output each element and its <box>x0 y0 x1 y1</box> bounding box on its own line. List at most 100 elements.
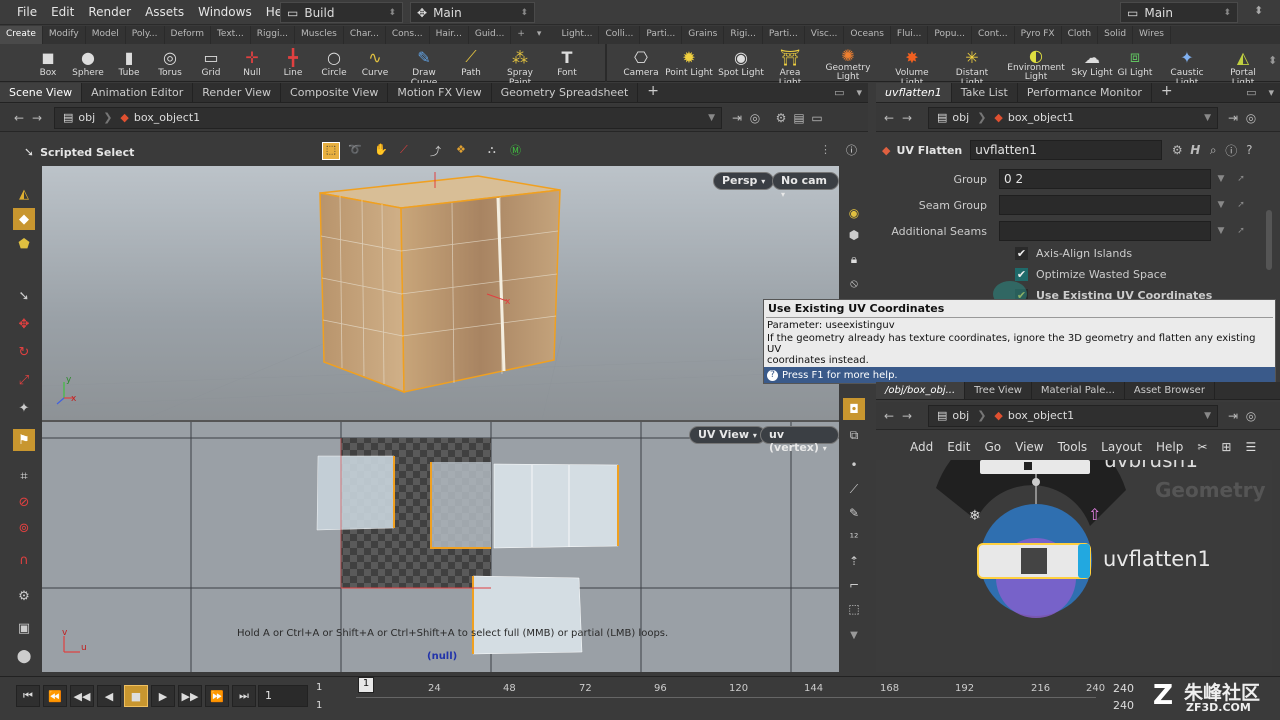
breadcrumb-obj[interactable]: ▤ obj <box>55 111 103 124</box>
play-icon[interactable]: ▶ <box>151 685 175 707</box>
boundary-icon[interactable]: ⌐ <box>843 574 865 596</box>
display-eye-icon[interactable]: ◉ <box>843 202 865 224</box>
shelf-tab-cons[interactable]: Cons... <box>386 26 430 44</box>
shelf-tab-particles2[interactable]: Parti... <box>763 26 805 44</box>
tool-distant-light[interactable]: ✳Distant Light <box>944 46 1000 89</box>
link-icon[interactable]: ◎ <box>746 109 764 127</box>
cook-icon[interactable]: ⚙ <box>772 109 790 127</box>
shelf-tab-modify[interactable]: Modify <box>43 26 86 44</box>
select-visible-icon[interactable]: ⤴ <box>430 143 441 159</box>
forward-arrow-icon[interactable]: → <box>898 407 916 425</box>
laser-select-icon[interactable]: ⟋ <box>400 143 408 157</box>
pose-tool-icon[interactable]: ⚑ <box>13 429 35 451</box>
shelf-tab-viscous[interactable]: Visc... <box>805 26 845 44</box>
tab-scene-view[interactable]: Scene View <box>0 83 83 102</box>
network-menu-add[interactable]: Add <box>910 440 933 454</box>
shelf-tab-container[interactable]: Cont... <box>972 26 1015 44</box>
end-frame-label[interactable]: 240 <box>1113 682 1134 695</box>
uv-tool-icon[interactable]: ⧉ <box>843 424 865 446</box>
uv-attribute-menu-button[interactable]: uv (vertex) ▾ <box>760 426 839 454</box>
shelf-tab-rigging[interactable]: Riggi... <box>251 26 296 44</box>
tool-grid[interactable]: ▭ Grid <box>189 46 233 79</box>
select-arrow-icon[interactable]: ➚ <box>1231 195 1251 215</box>
cam-menu-button[interactable]: No cam ▾ <box>772 172 839 199</box>
forward-arrow-icon[interactable]: → <box>28 109 46 127</box>
shelf-tab-fluids[interactable]: Flui... <box>891 26 929 44</box>
transform-tool-icon[interactable]: ◆ <box>13 208 35 230</box>
shelf-tab-oceans[interactable]: Oceans <box>844 26 891 44</box>
additional-seams-field[interactable] <box>999 221 1211 241</box>
numbers-icon[interactable]: ¹² <box>843 526 865 548</box>
viewer-options-icon[interactable]: ⋮ <box>820 143 831 156</box>
parameter-breadcrumb[interactable]: ▤ obj ❯ ◆ box_object1 ▼ <box>928 106 1218 129</box>
maximize-icon[interactable]: ▭ <box>808 109 826 127</box>
tool-gi-light[interactable]: ⧈ GI Light <box>1113 46 1157 78</box>
shelf-menu-icon[interactable]: ▾ <box>531 26 548 44</box>
network-menu-help[interactable]: Help <box>1156 440 1183 454</box>
list-icon[interactable]: ☰ <box>1245 440 1256 454</box>
tool-font[interactable]: T Font <box>545 46 589 79</box>
pane-menu-icon[interactable]: ▾ <box>1262 83 1280 102</box>
tool-circle[interactable]: ○ Circle <box>312 46 356 79</box>
shelf-tab-hair[interactable]: Hair... <box>430 26 469 44</box>
select-tool-icon[interactable]: ◭ <box>13 183 35 205</box>
render-region-icon[interactable]: ▣ <box>13 617 35 639</box>
snap-grid-icon[interactable]: ⌗ <box>13 465 35 487</box>
shelf-tab-poly[interactable]: Poly... <box>126 26 165 44</box>
pin-icon[interactable]: ⇥ <box>1224 109 1242 127</box>
tool-sphere[interactable]: ● Sphere <box>66 46 110 79</box>
shelf-tab-grains[interactable]: Grains <box>682 26 725 44</box>
tool-portal-light[interactable]: ◭Portal Light <box>1219 46 1267 89</box>
shelf-scroll-icon[interactable]: ⬍ <box>1268 54 1277 67</box>
help-icon[interactable]: ⓘ <box>846 142 857 158</box>
menu-edit[interactable]: Edit <box>44 5 81 19</box>
network-menu-go[interactable]: Go <box>984 440 1001 454</box>
chevron-down-icon[interactable]: ▼ <box>1211 221 1231 241</box>
search-icon[interactable]: ⌕ <box>1204 141 1222 159</box>
network-menu-edit[interactable]: Edit <box>947 440 970 454</box>
forward-arrow-icon[interactable]: → <box>898 109 916 127</box>
tool-area-light[interactable]: ⛩Area Light <box>767 46 813 89</box>
pane-menu-icon[interactable]: ▾ <box>850 83 868 102</box>
handle-tool-icon[interactable]: ✦ <box>13 397 35 419</box>
shelf-tab-lights[interactable]: Light... <box>555 26 600 44</box>
tool-sky-light[interactable]: ☁ Sky Light <box>1070 46 1114 79</box>
viewer-breadcrumb[interactable]: ▤ obj ❯ ◆ box_object1 ▼ <box>54 106 722 129</box>
link-icon[interactable]: ◎ <box>1242 407 1260 425</box>
tab-composite-view[interactable]: Composite View <box>281 83 389 102</box>
tool-geometry-light[interactable]: ✺ Geometry Light <box>822 46 874 82</box>
chevron-down-icon[interactable]: ▼ <box>1204 411 1211 421</box>
tab-performance-monitor[interactable]: Performance Monitor <box>1018 83 1152 102</box>
seam-group-field[interactable] <box>999 195 1211 215</box>
shelf-tab-populate[interactable]: Popu... <box>928 26 972 44</box>
menu-render[interactable]: Render <box>81 5 138 19</box>
optimize-wasted-space-checkbox[interactable]: ✔ Optimize Wasted Space <box>1015 268 1167 281</box>
shelf-tab-particles[interactable]: Parti... <box>640 26 683 44</box>
tool-caustic-light[interactable]: ✦Caustic Light <box>1158 46 1216 89</box>
breadcrumb-obj[interactable]: ▤ obj <box>929 409 977 422</box>
move-tool-icon[interactable]: ✥ <box>13 313 35 335</box>
chevron-down-icon[interactable]: ▼ <box>1211 195 1231 215</box>
help-icon[interactable]: ? <box>1240 141 1258 159</box>
group-field[interactable]: 0 2 <box>999 169 1211 189</box>
normals-icon[interactable]: ⇡ <box>843 550 865 572</box>
select-mode-icon[interactable]: Ⓜ <box>510 142 521 158</box>
timeline-cursor[interactable]: 1 <box>358 677 374 693</box>
axis-align-islands-checkbox[interactable]: ✔ Axis-Align Islands <box>1015 247 1132 260</box>
select-groups-icon[interactable]: ❖ <box>456 143 466 156</box>
back-arrow-icon[interactable]: ← <box>880 407 898 425</box>
step-back-key-icon[interactable]: ⏪ <box>43 685 67 707</box>
shelf-tab-char[interactable]: Char... <box>344 26 386 44</box>
shelf-tab-wires[interactable]: Wires <box>1133 26 1171 44</box>
tool-point-light[interactable]: ✹ Point Light <box>665 46 713 79</box>
tab-geometry-spreadsheet[interactable]: Geometry Spreadsheet <box>492 83 639 102</box>
flipbook-icon[interactable]: ⬤ <box>13 645 35 667</box>
uv-viewport[interactable]: v u UV View ▾ uv (vertex) ▾ Hold A or Ct… <box>42 422 839 672</box>
network-menu-tools[interactable]: Tools <box>1058 440 1088 454</box>
end-frame-label-2[interactable]: 240 <box>1113 699 1134 712</box>
menu-assets[interactable]: Assets <box>138 5 191 19</box>
jump-start-icon[interactable]: ⏮ <box>16 685 40 707</box>
network-menu-layout[interactable]: Layout <box>1101 440 1142 454</box>
shelf-tab-rigid[interactable]: Rigi... <box>724 26 763 44</box>
uv-view-menu-button[interactable]: UV View ▾ <box>689 426 766 444</box>
